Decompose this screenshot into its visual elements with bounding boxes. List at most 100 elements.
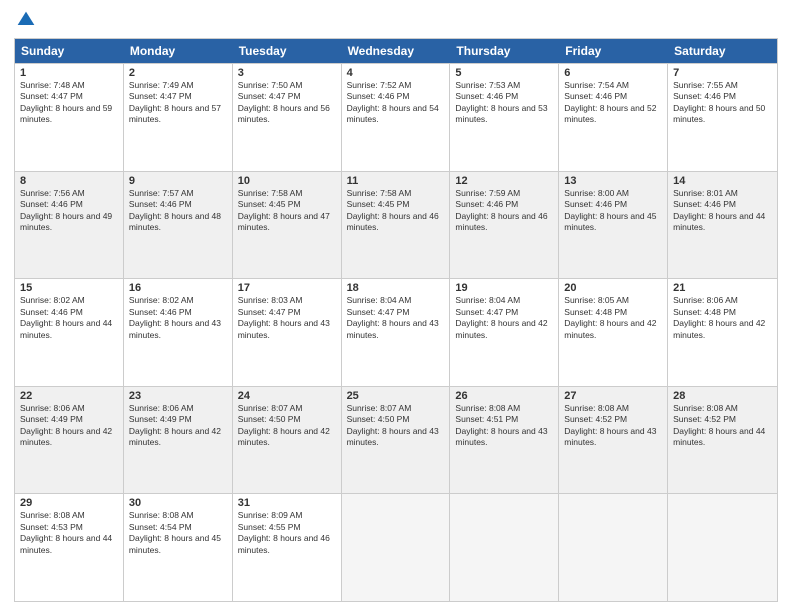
day-cell-15: 15Sunrise: 8:02 AMSunset: 4:46 PMDayligh…	[15, 279, 124, 386]
day-cell-27: 27Sunrise: 8:08 AMSunset: 4:52 PMDayligh…	[559, 387, 668, 494]
header-day-thursday: Thursday	[450, 39, 559, 63]
day-info: Sunrise: 7:54 AMSunset: 4:46 PMDaylight:…	[564, 80, 662, 126]
day-number: 7	[673, 67, 772, 79]
day-number: 17	[238, 282, 336, 294]
day-cell-3: 3Sunrise: 7:50 AMSunset: 4:47 PMDaylight…	[233, 64, 342, 171]
day-number: 22	[20, 390, 118, 402]
empty-cell	[342, 494, 451, 601]
day-cell-11: 11Sunrise: 7:58 AMSunset: 4:45 PMDayligh…	[342, 172, 451, 279]
day-info: Sunrise: 8:00 AMSunset: 4:46 PMDaylight:…	[564, 188, 662, 234]
day-cell-24: 24Sunrise: 8:07 AMSunset: 4:50 PMDayligh…	[233, 387, 342, 494]
day-info: Sunrise: 8:08 AMSunset: 4:53 PMDaylight:…	[20, 510, 118, 556]
day-number: 23	[129, 390, 227, 402]
day-number: 12	[455, 175, 553, 187]
day-number: 16	[129, 282, 227, 294]
day-info: Sunrise: 7:49 AMSunset: 4:47 PMDaylight:…	[129, 80, 227, 126]
day-number: 25	[347, 390, 445, 402]
day-cell-17: 17Sunrise: 8:03 AMSunset: 4:47 PMDayligh…	[233, 279, 342, 386]
day-info: Sunrise: 8:05 AMSunset: 4:48 PMDaylight:…	[564, 295, 662, 341]
day-info: Sunrise: 7:48 AMSunset: 4:47 PMDaylight:…	[20, 80, 118, 126]
calendar: SundayMondayTuesdayWednesdayThursdayFrid…	[14, 38, 778, 602]
day-info: Sunrise: 7:59 AMSunset: 4:46 PMDaylight:…	[455, 188, 553, 234]
day-number: 2	[129, 67, 227, 79]
day-number: 13	[564, 175, 662, 187]
day-number: 20	[564, 282, 662, 294]
day-number: 30	[129, 497, 227, 509]
day-info: Sunrise: 8:08 AMSunset: 4:52 PMDaylight:…	[564, 403, 662, 449]
day-cell-8: 8Sunrise: 7:56 AMSunset: 4:46 PMDaylight…	[15, 172, 124, 279]
day-info: Sunrise: 8:07 AMSunset: 4:50 PMDaylight:…	[347, 403, 445, 449]
day-info: Sunrise: 8:04 AMSunset: 4:47 PMDaylight:…	[347, 295, 445, 341]
day-number: 29	[20, 497, 118, 509]
calendar-row-4: 22Sunrise: 8:06 AMSunset: 4:49 PMDayligh…	[15, 386, 777, 494]
day-number: 6	[564, 67, 662, 79]
day-cell-23: 23Sunrise: 8:06 AMSunset: 4:49 PMDayligh…	[124, 387, 233, 494]
logo	[14, 10, 36, 30]
day-cell-20: 20Sunrise: 8:05 AMSunset: 4:48 PMDayligh…	[559, 279, 668, 386]
day-number: 9	[129, 175, 227, 187]
header-day-friday: Friday	[559, 39, 668, 63]
day-number: 1	[20, 67, 118, 79]
empty-cell	[559, 494, 668, 601]
day-cell-10: 10Sunrise: 7:58 AMSunset: 4:45 PMDayligh…	[233, 172, 342, 279]
day-info: Sunrise: 8:04 AMSunset: 4:47 PMDaylight:…	[455, 295, 553, 341]
day-cell-16: 16Sunrise: 8:02 AMSunset: 4:46 PMDayligh…	[124, 279, 233, 386]
day-cell-26: 26Sunrise: 8:08 AMSunset: 4:51 PMDayligh…	[450, 387, 559, 494]
day-cell-18: 18Sunrise: 8:04 AMSunset: 4:47 PMDayligh…	[342, 279, 451, 386]
day-number: 4	[347, 67, 445, 79]
header	[14, 10, 778, 30]
day-cell-25: 25Sunrise: 8:07 AMSunset: 4:50 PMDayligh…	[342, 387, 451, 494]
day-info: Sunrise: 8:08 AMSunset: 4:52 PMDaylight:…	[673, 403, 772, 449]
day-cell-12: 12Sunrise: 7:59 AMSunset: 4:46 PMDayligh…	[450, 172, 559, 279]
day-info: Sunrise: 8:08 AMSunset: 4:54 PMDaylight:…	[129, 510, 227, 556]
day-info: Sunrise: 8:01 AMSunset: 4:46 PMDaylight:…	[673, 188, 772, 234]
day-cell-22: 22Sunrise: 8:06 AMSunset: 4:49 PMDayligh…	[15, 387, 124, 494]
day-info: Sunrise: 7:53 AMSunset: 4:46 PMDaylight:…	[455, 80, 553, 126]
day-cell-6: 6Sunrise: 7:54 AMSunset: 4:46 PMDaylight…	[559, 64, 668, 171]
calendar-body: 1Sunrise: 7:48 AMSunset: 4:47 PMDaylight…	[15, 63, 777, 601]
day-cell-1: 1Sunrise: 7:48 AMSunset: 4:47 PMDaylight…	[15, 64, 124, 171]
day-cell-4: 4Sunrise: 7:52 AMSunset: 4:46 PMDaylight…	[342, 64, 451, 171]
day-number: 5	[455, 67, 553, 79]
day-number: 28	[673, 390, 772, 402]
day-number: 24	[238, 390, 336, 402]
day-number: 14	[673, 175, 772, 187]
day-info: Sunrise: 7:58 AMSunset: 4:45 PMDaylight:…	[238, 188, 336, 234]
day-number: 8	[20, 175, 118, 187]
page: SundayMondayTuesdayWednesdayThursdayFrid…	[0, 0, 792, 612]
day-info: Sunrise: 7:55 AMSunset: 4:46 PMDaylight:…	[673, 80, 772, 126]
day-number: 3	[238, 67, 336, 79]
day-cell-2: 2Sunrise: 7:49 AMSunset: 4:47 PMDaylight…	[124, 64, 233, 171]
day-info: Sunrise: 8:02 AMSunset: 4:46 PMDaylight:…	[20, 295, 118, 341]
day-info: Sunrise: 8:02 AMSunset: 4:46 PMDaylight:…	[129, 295, 227, 341]
day-cell-19: 19Sunrise: 8:04 AMSunset: 4:47 PMDayligh…	[450, 279, 559, 386]
day-cell-31: 31Sunrise: 8:09 AMSunset: 4:55 PMDayligh…	[233, 494, 342, 601]
calendar-row-5: 29Sunrise: 8:08 AMSunset: 4:53 PMDayligh…	[15, 493, 777, 601]
day-cell-9: 9Sunrise: 7:57 AMSunset: 4:46 PMDaylight…	[124, 172, 233, 279]
empty-cell	[450, 494, 559, 601]
day-info: Sunrise: 7:58 AMSunset: 4:45 PMDaylight:…	[347, 188, 445, 234]
day-info: Sunrise: 7:56 AMSunset: 4:46 PMDaylight:…	[20, 188, 118, 234]
day-cell-13: 13Sunrise: 8:00 AMSunset: 4:46 PMDayligh…	[559, 172, 668, 279]
calendar-row-1: 1Sunrise: 7:48 AMSunset: 4:47 PMDaylight…	[15, 63, 777, 171]
day-info: Sunrise: 8:06 AMSunset: 4:48 PMDaylight:…	[673, 295, 772, 341]
day-cell-29: 29Sunrise: 8:08 AMSunset: 4:53 PMDayligh…	[15, 494, 124, 601]
header-day-wednesday: Wednesday	[342, 39, 451, 63]
day-info: Sunrise: 7:52 AMSunset: 4:46 PMDaylight:…	[347, 80, 445, 126]
day-info: Sunrise: 8:08 AMSunset: 4:51 PMDaylight:…	[455, 403, 553, 449]
calendar-row-3: 15Sunrise: 8:02 AMSunset: 4:46 PMDayligh…	[15, 278, 777, 386]
day-cell-14: 14Sunrise: 8:01 AMSunset: 4:46 PMDayligh…	[668, 172, 777, 279]
day-info: Sunrise: 8:06 AMSunset: 4:49 PMDaylight:…	[20, 403, 118, 449]
header-day-sunday: Sunday	[15, 39, 124, 63]
day-number: 11	[347, 175, 445, 187]
empty-cell	[668, 494, 777, 601]
header-day-tuesday: Tuesday	[233, 39, 342, 63]
day-number: 26	[455, 390, 553, 402]
day-number: 15	[20, 282, 118, 294]
day-number: 18	[347, 282, 445, 294]
day-info: Sunrise: 8:09 AMSunset: 4:55 PMDaylight:…	[238, 510, 336, 556]
day-info: Sunrise: 8:03 AMSunset: 4:47 PMDaylight:…	[238, 295, 336, 341]
logo-icon	[16, 10, 36, 30]
header-day-monday: Monday	[124, 39, 233, 63]
day-cell-5: 5Sunrise: 7:53 AMSunset: 4:46 PMDaylight…	[450, 64, 559, 171]
